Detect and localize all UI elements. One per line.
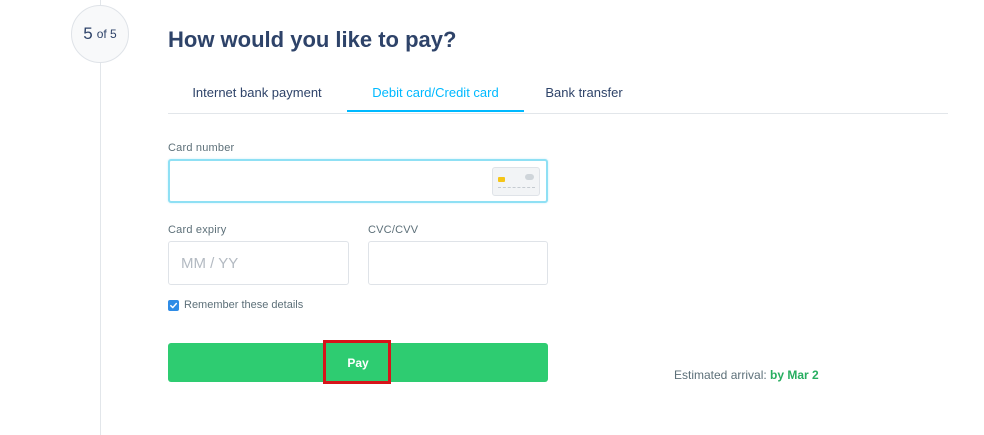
- estimated-arrival: Estimated arrival: by Mar 2: [674, 368, 819, 382]
- tab-bank-transfer[interactable]: Bank transfer: [524, 77, 644, 112]
- remember-details-label: Remember these details: [184, 299, 304, 311]
- card-expiry-input[interactable]: [168, 241, 349, 285]
- credit-card-icon: [492, 167, 540, 196]
- progress-timeline-line: [100, 0, 101, 435]
- card-logo-graphic: [525, 174, 534, 180]
- page-title: How would you like to pay?: [168, 27, 457, 52]
- remember-details-toggle[interactable]: Remember these details: [168, 299, 303, 311]
- cvc-label: CVC/CVV: [368, 224, 419, 236]
- tab-internet-bank-payment[interactable]: Internet bank payment: [168, 77, 346, 112]
- card-number-label: Card number: [168, 142, 235, 154]
- card-number-line-graphic: [498, 187, 535, 189]
- card-expiry-label: Card expiry: [168, 224, 227, 236]
- cvc-input[interactable]: [368, 241, 548, 285]
- step-total: of 5: [96, 27, 117, 41]
- step-indicator: 5 of 5: [71, 5, 129, 63]
- pay-button[interactable]: Pay: [168, 343, 548, 382]
- estimated-arrival-date: by Mar 2: [770, 368, 819, 382]
- pay-button-label: Pay: [347, 355, 369, 370]
- checkbox-checked-icon[interactable]: [168, 299, 179, 311]
- step-current: 5: [83, 24, 93, 43]
- estimated-arrival-prefix: Estimated arrival:: [674, 368, 767, 382]
- tab-debit-credit-card[interactable]: Debit card/Credit card: [347, 77, 524, 112]
- card-chip-graphic: [498, 177, 505, 182]
- card-number-input[interactable]: [168, 159, 548, 203]
- payment-method-tabs: Internet bank payment Debit card/Credit …: [168, 77, 948, 114]
